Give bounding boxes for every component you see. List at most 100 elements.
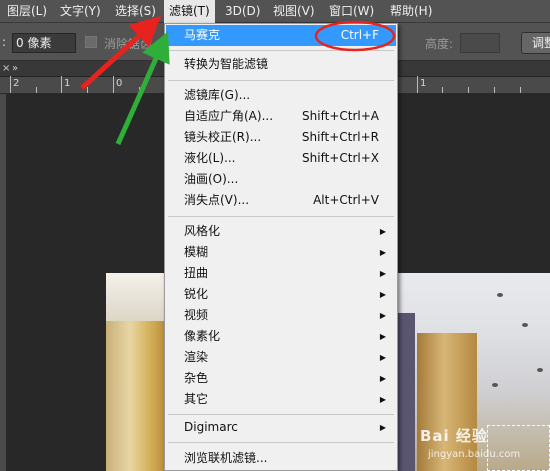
tab-overflow-icon[interactable]: » — [12, 61, 18, 77]
menu-3d[interactable]: 3D(D) — [220, 0, 265, 23]
menu-item-oil-paint[interactable]: 油画(O)... — [166, 169, 396, 190]
menu-help[interactable]: 帮助(H) — [385, 0, 437, 23]
menu-item-label: 渲染 — [184, 350, 209, 364]
ruler-tick — [36, 87, 37, 93]
menu-item-mosaic[interactable]: 马赛克 Ctrl+F — [166, 25, 396, 46]
ruler-tick — [87, 87, 88, 93]
menu-layer[interactable]: 图层(L) — [2, 0, 52, 23]
ruler-tick — [417, 76, 418, 93]
height-label: 高度: — [425, 37, 454, 51]
menu-item-label: 自适应广角(A)... — [184, 109, 274, 123]
ruler-tick — [442, 87, 443, 93]
ceiling-light — [492, 383, 498, 387]
tab-close-icon[interactable]: × — [2, 61, 10, 77]
submenu-arrow-icon: ▶ — [379, 374, 386, 383]
menu-item-label: 像素化 — [184, 329, 221, 343]
menu-item-label: 马赛克 — [184, 28, 221, 42]
submenu-arrow-icon: ▶ — [379, 332, 386, 341]
watermark-url: jingyan.baidu.com — [428, 449, 521, 460]
photo-ceiling — [106, 273, 166, 321]
menu-item-stylize[interactable]: 风格化 ▶ — [166, 221, 396, 242]
submenu-arrow-icon: ▶ — [379, 269, 386, 278]
menu-bar: 图层(L) 文字(Y) 选择(S) 滤镜(T) 3D(D) 视图(V) 窗口(W… — [0, 0, 550, 23]
menu-separator — [168, 442, 394, 443]
submenu-arrow-icon: ▶ — [379, 248, 386, 257]
photo-dark-object — [397, 313, 415, 471]
ruler-label: 2 — [13, 78, 20, 89]
menu-item-label: 视频 — [184, 308, 209, 322]
ruler-label: 1 — [64, 78, 71, 89]
menu-item-shortcut: Shift+Ctrl+X — [302, 151, 379, 165]
filter-menu: 马赛克 Ctrl+F 转换为智能滤镜 滤镜库(G)... 自适应广角(A)...… — [164, 23, 398, 471]
selection-marquee[interactable] — [487, 425, 550, 471]
menu-item-liquify[interactable]: 液化(L)... Shift+Ctrl+X — [166, 148, 396, 169]
menu-separator — [168, 50, 394, 51]
menu-item-label: 转换为智能滤镜 — [184, 57, 269, 71]
menu-filter[interactable]: 滤镜(T) — [164, 0, 215, 23]
menu-item-render[interactable]: 渲染 ▶ — [166, 347, 396, 368]
menu-separator — [168, 216, 394, 217]
menu-item-convert-smart-filter[interactable]: 转换为智能滤镜 — [166, 54, 396, 75]
colon-glyph: : — [2, 35, 7, 49]
ruler-tick — [10, 76, 11, 93]
menu-item-label: 滤镜库(G)... — [184, 88, 251, 102]
height-field[interactable] — [460, 33, 500, 53]
menu-item-browse-online-filters[interactable]: 浏览联机滤镜... — [166, 448, 396, 469]
menu-item-label: 风格化 — [184, 224, 221, 238]
antialias-label: 消除锯齿 — [104, 37, 153, 51]
ruler-tick — [520, 87, 521, 93]
ruler-label: 0 — [116, 78, 123, 89]
menu-item-shortcut: Shift+Ctrl+R — [301, 130, 379, 144]
menu-item-label: 其它 — [184, 392, 209, 406]
menu-separator — [168, 414, 394, 415]
menu-item-label: 模糊 — [184, 245, 209, 259]
menu-item-video[interactable]: 视频 ▶ — [166, 305, 396, 326]
menu-item-pixelate[interactable]: 像素化 ▶ — [166, 326, 396, 347]
ruler-tick — [494, 87, 495, 93]
ceiling-light — [497, 293, 503, 297]
watermark-logo: Bai 经验 — [420, 427, 488, 445]
menu-item-shortcut: Shift+Ctrl+A — [302, 109, 379, 123]
menu-item-adaptive-wide-angle[interactable]: 自适应广角(A)... Shift+Ctrl+A — [166, 106, 396, 127]
menu-item-label: 锐化 — [184, 287, 209, 301]
adjust-edge-button[interactable]: 调整 — [521, 32, 550, 54]
ruler-tick — [139, 87, 140, 93]
ceiling-light — [537, 368, 543, 372]
submenu-arrow-icon: ▶ — [379, 311, 386, 320]
antialias-checkbox[interactable] — [85, 36, 97, 48]
menu-item-digimarc[interactable]: Digimarc ▶ — [166, 417, 396, 438]
menu-item-sharpen[interactable]: 锐化 ▶ — [166, 284, 396, 305]
menu-item-filter-gallery[interactable]: 滤镜库(G)... — [166, 85, 396, 106]
menu-item-lens-correction[interactable]: 镜头校正(R)... Shift+Ctrl+R — [166, 127, 396, 148]
menu-item-distort[interactable]: 扭曲 ▶ — [166, 263, 396, 284]
photo-left-part — [106, 273, 166, 471]
menu-separator — [168, 80, 394, 81]
menu-item-label: 油画(O)... — [184, 172, 239, 186]
menu-item-shortcut: Alt+Ctrl+V — [313, 193, 379, 207]
menu-item-label: Digimarc — [184, 420, 238, 434]
menu-select[interactable]: 选择(S) — [110, 0, 161, 23]
menu-item-label: 浏览联机滤镜... — [184, 451, 268, 465]
submenu-arrow-icon: ▶ — [379, 395, 386, 404]
submenu-arrow-icon: ▶ — [379, 353, 386, 362]
submenu-arrow-icon: ▶ — [379, 423, 386, 432]
ceiling-light — [522, 323, 528, 327]
ruler-tick — [113, 76, 114, 93]
menu-item-noise[interactable]: 杂色 ▶ — [166, 368, 396, 389]
menu-item-label: 液化(L)... — [184, 151, 236, 165]
feather-field[interactable]: 0 像素 — [12, 33, 76, 53]
menu-item-blur[interactable]: 模糊 ▶ — [166, 242, 396, 263]
menu-item-label: 镜头校正(R)... — [184, 130, 262, 144]
menu-type[interactable]: 文字(Y) — [55, 0, 106, 23]
menu-item-vanishing-point[interactable]: 消失点(V)... Alt+Ctrl+V — [166, 190, 396, 211]
vertical-ruler — [0, 94, 7, 471]
menu-item-other[interactable]: 其它 ▶ — [166, 389, 396, 410]
menu-item-shortcut: Ctrl+F — [340, 28, 379, 42]
menu-view[interactable]: 视图(V) — [268, 0, 320, 23]
ruler-label: 1 — [420, 78, 427, 89]
menu-item-label: 扭曲 — [184, 266, 209, 280]
menu-item-label: 杂色 — [184, 371, 209, 385]
submenu-arrow-icon: ▶ — [379, 290, 386, 299]
menu-item-label: 消失点(V)... — [184, 193, 250, 207]
menu-window[interactable]: 窗口(W) — [324, 0, 379, 23]
